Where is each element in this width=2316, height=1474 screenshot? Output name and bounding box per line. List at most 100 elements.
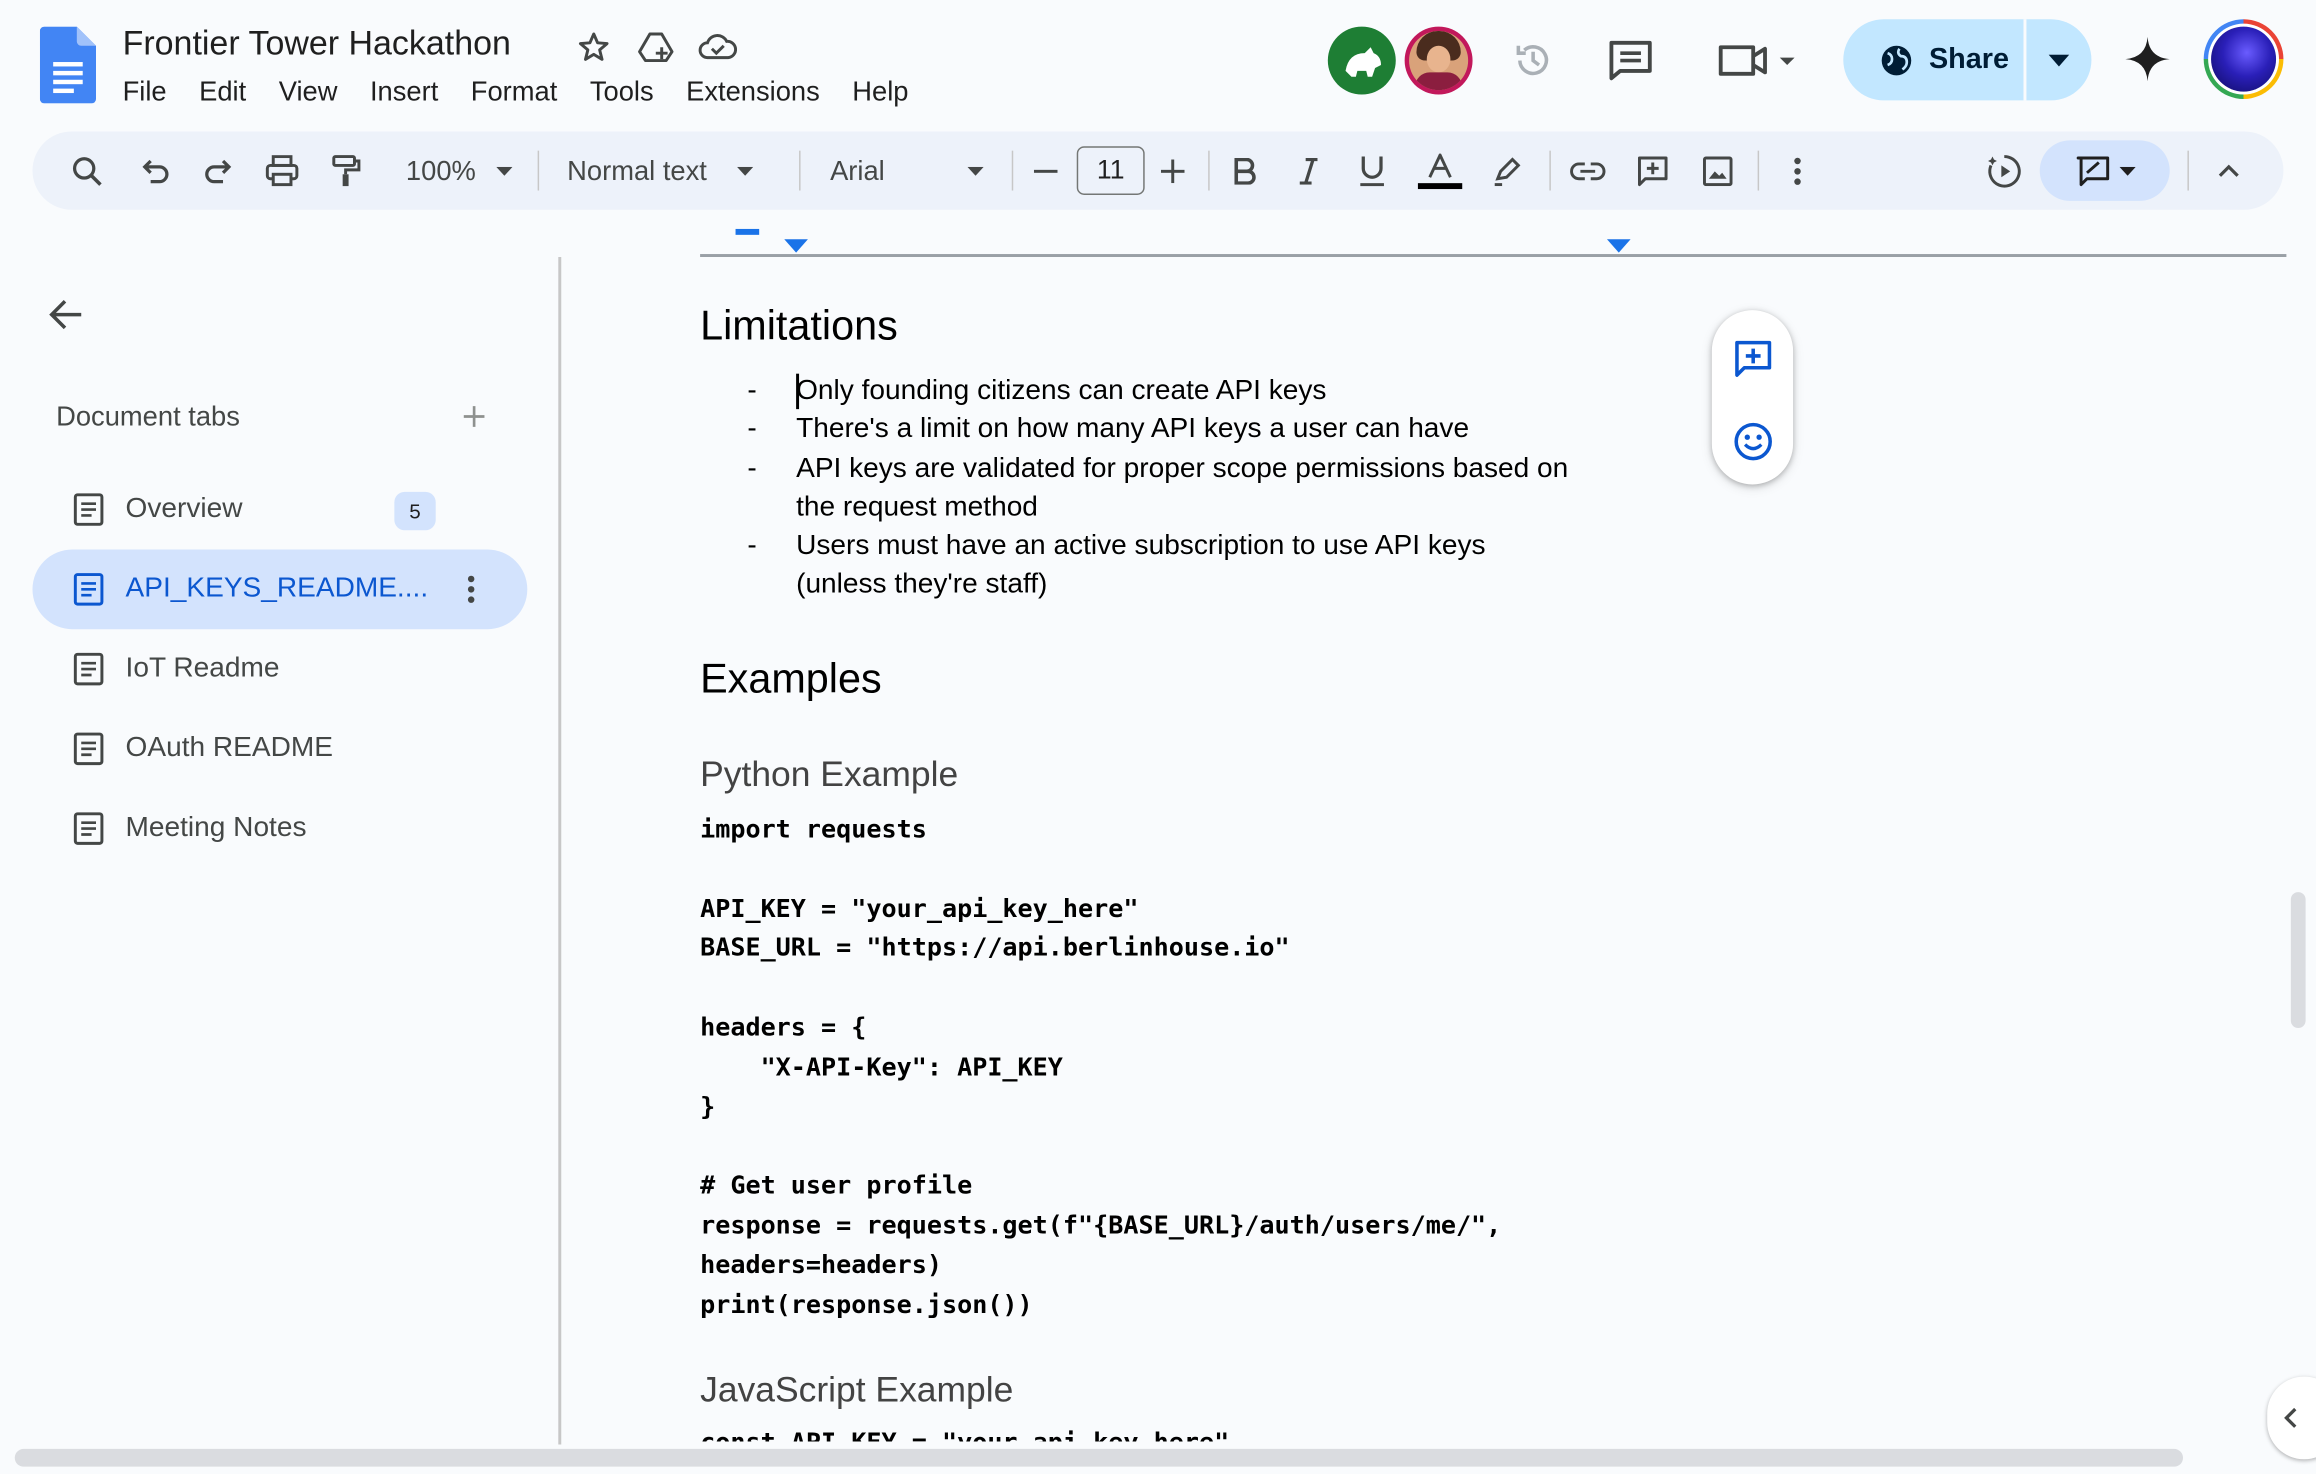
menu-format[interactable]: Format [471,75,574,107]
emoji-reaction-icon[interactable] [1731,419,1775,463]
ruler-right-indent[interactable] [1606,239,1631,253]
horizontal-scrollbar[interactable] [14,1448,2184,1467]
tab-iot-readme[interactable]: IoT Readme [32,629,527,709]
heading-python-example: Python Example [700,754,959,795]
text-color-swatch [1417,182,1463,189]
menu-help[interactable]: Help [852,75,924,107]
ruler-first-line-indent[interactable] [735,228,760,235]
gemini-summarize-icon[interactable] [1982,131,2026,209]
meet-icon[interactable] [1713,35,1805,85]
cloud-saved-icon[interactable] [697,30,738,65]
version-history-icon[interactable] [1508,35,1558,85]
undo-icon[interactable] [133,131,177,209]
dropdown-arrow-icon [2048,53,2070,66]
list-item-text: (unless they're staff) [796,568,1048,600]
add-comment-float-icon[interactable] [1731,337,1775,381]
share-dropdown-button[interactable] [2026,19,2091,100]
code-line: API_KEY = "your_api_key_here" [700,894,1139,925]
tab-oauth-readme[interactable]: OAuth README [32,709,527,789]
sidebar-divider [558,256,561,1445]
dropdown-arrow-icon [967,166,984,176]
comment-count-badge: 5 [394,491,436,531]
title-actions [573,30,738,65]
tab-options-icon[interactable] [456,570,486,608]
font-family-value: Arial [830,154,885,186]
list-item-text: There's a limit on how many API keys a u… [796,413,1470,445]
code-line: BASE_URL = "https://api.berlinhouse.io" [700,934,1290,964]
menu-extensions[interactable]: Extensions [686,75,836,107]
paragraph-style-select[interactable]: Normal text [567,131,774,209]
menu-view[interactable]: View [279,75,354,107]
highlight-color-icon[interactable] [1487,131,1525,209]
heading-limitations: Limitations [700,302,898,349]
toolbar-separator [1011,150,1014,191]
chevron-left-icon [2284,1407,2297,1428]
zoom-select[interactable]: 100% [393,131,526,209]
menu-edit[interactable]: Edit [199,75,262,107]
font-size-input[interactable]: 11 [1076,146,1145,195]
paint-format-icon[interactable] [323,131,367,209]
editing-mode-button[interactable] [2039,140,2170,201]
list-item: API keys are validated for proper scope … [796,450,1623,527]
add-tab-icon[interactable] [456,399,491,434]
more-options-icon[interactable] [1778,131,1816,209]
text-color-icon[interactable] [1415,131,1465,209]
list-item-text: the request method [796,491,1038,523]
tab-api-keys-readme[interactable]: API_KEYS_README.... [32,549,528,630]
collaborator-avatar-person[interactable] [1404,26,1473,95]
gemini-icon[interactable] [2121,32,2174,85]
document-title[interactable]: Frontier Tower Hackathon [123,24,511,64]
tab-label: Meeting Notes [125,812,307,844]
move-to-drive-icon[interactable] [635,30,676,65]
docs-logo-icon[interactable] [39,26,97,104]
python-code-block: import requests API_KEY = "your_api_key_h… [700,811,1501,1326]
collaborator-avatar-animal[interactable] [1327,26,1396,95]
redo-icon[interactable] [196,131,240,209]
document-icon [73,812,104,845]
share-button[interactable]: Share [1843,19,2092,101]
code-line: print(response.json()) [700,1290,1033,1320]
star-icon[interactable] [573,30,614,65]
editing-pen-icon [2075,155,2109,186]
insert-link-icon[interactable] [1566,131,1610,209]
toolbar-separator [1208,150,1210,191]
toolbar-separator [1757,150,1760,191]
decrease-font-size-icon[interactable] [1027,131,1065,209]
code-line: headers = { [700,1013,867,1043]
code-line: } [700,1092,716,1122]
menu-insert[interactable]: Insert [370,75,455,107]
clipped-code-line-container: const API_KEY = "your_api_key_here" [700,1421,1586,1441]
increase-font-size-icon[interactable] [1154,131,1192,209]
insert-image-icon[interactable] [1696,131,1740,209]
bullet-marker: - [747,530,757,562]
bold-icon[interactable] [1226,131,1264,209]
add-comment-icon[interactable] [1631,131,1675,209]
back-arrow-icon[interactable] [44,292,88,336]
collapse-menus-icon[interactable] [2210,131,2248,209]
code-line: # Get user profile [700,1171,973,1202]
vertical-scrollbar[interactable] [2290,892,2306,1028]
italic-icon[interactable] [1289,131,1327,209]
document-icon [73,573,104,606]
comments-icon[interactable] [1605,35,1655,85]
account-avatar[interactable] [2203,19,2284,99]
bullet-marker: - [747,375,757,407]
share-main-button[interactable]: Share [1843,19,2023,100]
menu-file[interactable]: File [123,75,183,107]
toolbar-separator [2187,150,2189,191]
tab-overview[interactable]: Overview 5 [32,470,527,550]
toolbar-separator [1549,150,1551,191]
show-side-panel-button[interactable] [2267,1376,2316,1460]
print-icon[interactable] [260,131,304,209]
search-menus-icon[interactable] [65,131,109,209]
tab-label: API_KEYS_README.... [125,573,429,605]
tab-meeting-notes[interactable]: Meeting Notes [32,789,527,869]
ruler-left-indent[interactable] [784,239,808,253]
menu-tools[interactable]: Tools [590,75,670,107]
font-family-select[interactable]: Arial [830,131,984,209]
underline-icon[interactable] [1353,131,1391,209]
share-label: Share [1928,42,2010,76]
menu-bar: File Edit View Insert Format Tools Exten… [123,75,941,107]
paragraph-style-value: Normal text [567,154,707,186]
